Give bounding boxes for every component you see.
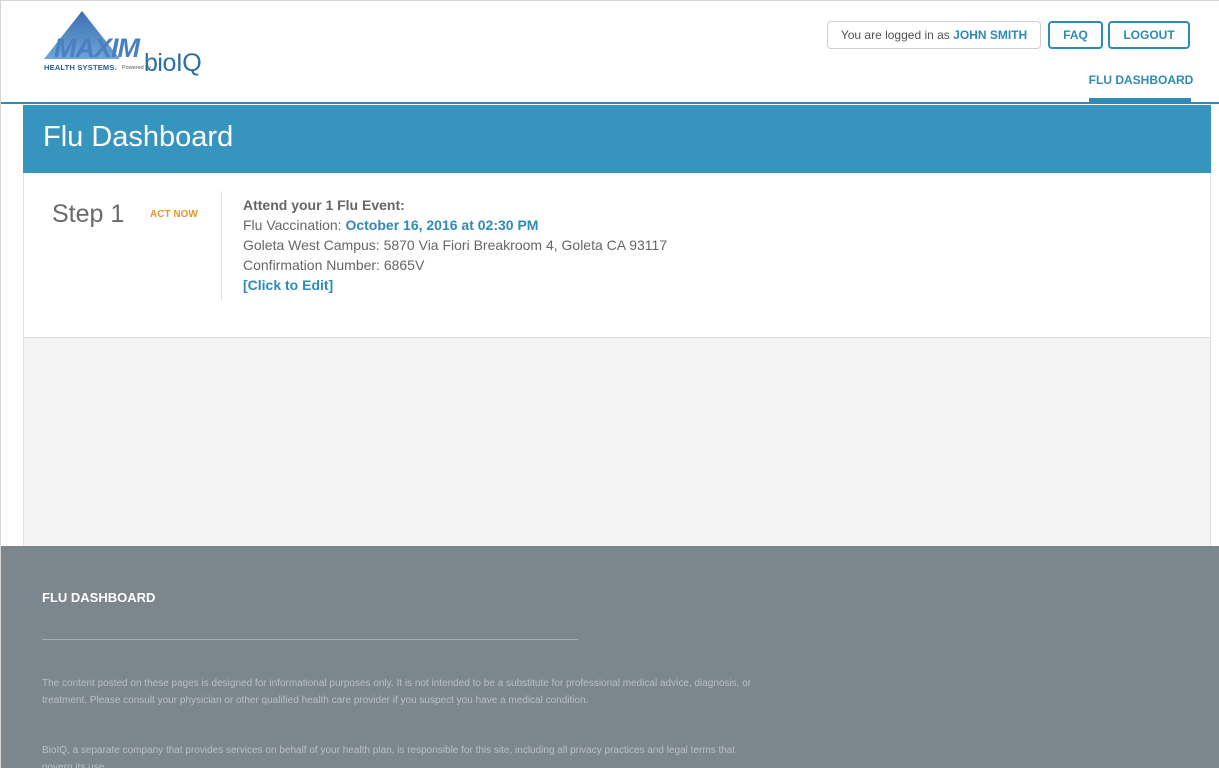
- step-details: Attend your 1 Flu Event: Flu Vaccination…: [243, 195, 667, 295]
- logged-in-user-badge: You are logged in as JOHN SMITH: [827, 21, 1041, 49]
- maxim-bioiq-logo[interactable]: MAXIM HEALTH SYSTEMS. Powered by bioIQ: [42, 11, 262, 81]
- footer-bioiq-notice: BioIQ, a separate company that provides …: [42, 745, 736, 768]
- content-area: Step 1 ACT NOW Attend your 1 Flu Event: …: [23, 173, 1211, 546]
- page-frame: MAXIM HEALTH SYSTEMS. Powered by bioIQ Y…: [0, 0, 1219, 768]
- logged-in-user-name: JOHN SMITH: [953, 28, 1028, 42]
- nav-tab-active-indicator: [1089, 98, 1191, 102]
- logo-maxim-text: MAXIM: [54, 33, 140, 63]
- site-header: MAXIM HEALTH SYSTEMS. Powered by bioIQ Y…: [1, 1, 1219, 104]
- footer-title-link[interactable]: FLU DASHBOARD: [42, 590, 155, 605]
- faq-button[interactable]: FAQ: [1048, 21, 1103, 49]
- step-label: Step 1: [52, 200, 125, 228]
- footer-disclaimer: The content posted on these pages is des…: [42, 678, 752, 706]
- footer-divider: [42, 639, 578, 640]
- step-card: Step 1 ACT NOW Attend your 1 Flu Event: …: [24, 173, 1210, 338]
- logo-tagline: HEALTH SYSTEMS.: [44, 63, 117, 72]
- step-heading: Attend your 1 Flu Event:: [243, 197, 405, 213]
- logged-in-prefix: You are logged in as: [840, 28, 954, 42]
- site-footer: FLU DASHBOARD The content posted on thes…: [1, 546, 1219, 768]
- edit-event-link[interactable]: [Click to Edit]: [243, 277, 333, 293]
- vaccination-line: Flu Vaccination: October 16, 2016 at 02:…: [243, 215, 667, 235]
- vaccination-date: October 16, 2016 at 02:30 PM: [345, 217, 539, 233]
- act-now-badge: ACT NOW: [150, 209, 198, 220]
- logo-bioiq: bioIQ: [144, 49, 202, 77]
- title-banner: Flu Dashboard: [23, 105, 1211, 173]
- vaccination-prefix: Flu Vaccination:: [243, 217, 346, 233]
- step-divider: [221, 191, 222, 301]
- page-title: Flu Dashboard: [43, 121, 234, 153]
- logout-button[interactable]: LOGOUT: [1108, 21, 1190, 49]
- confirmation-number: Confirmation Number: 6865V: [243, 257, 425, 273]
- event-location: Goleta West Campus: 5870 Via Fiori Break…: [243, 237, 668, 253]
